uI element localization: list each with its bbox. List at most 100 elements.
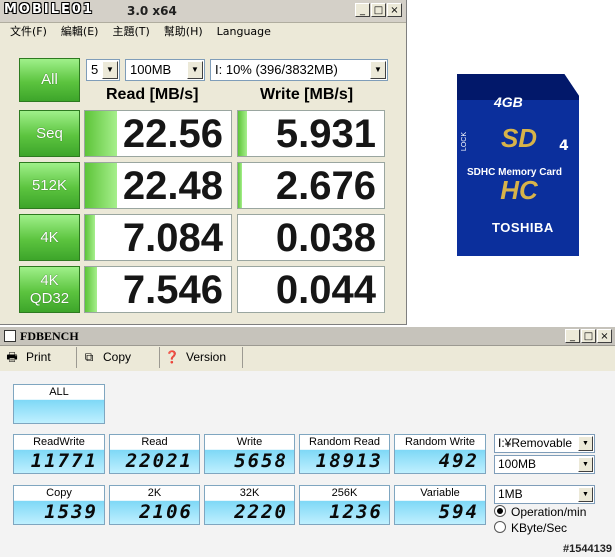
maximize-button[interactable]: □ (371, 3, 386, 17)
sd-card-image: 4GB LOCK SD HC 4 SDHC Memory Card TOSHIB… (457, 74, 579, 256)
menu-edit[interactable]: 編輯(E) (61, 22, 99, 41)
version-label: Version (186, 350, 227, 364)
speed-class-badge: 4 (559, 138, 569, 154)
watermark: #1544139 (563, 543, 612, 555)
drive-select[interactable]: I:¥Removable ▼ (494, 434, 595, 453)
minimize-button[interactable]: _ (565, 329, 580, 343)
crystaldiskmark-window: MOBILE01 3.0 x64 _ □ × 文件(F) 編輯(E) 主題(T)… (0, 0, 407, 325)
result-label: Read (141, 436, 168, 448)
card-brand: TOSHIBA (492, 220, 554, 235)
read-header: Read [MB/s] (106, 86, 199, 103)
256k-result[interactable]: 256K 1236 (299, 485, 390, 525)
copy-button[interactable]: ⧉ Copy (77, 347, 160, 368)
512k-button[interactable]: 512K (19, 162, 80, 209)
fdbench-title-bar[interactable]: FDBENCH _ □ × (0, 327, 615, 346)
sdhc-logo: SD HC (500, 123, 538, 205)
result-value: 11771 (30, 450, 98, 472)
32k-result[interactable]: 32K 2220 (204, 485, 295, 525)
menu-help[interactable]: 幫助(H) (164, 22, 203, 41)
4k-qd32-button[interactable]: 4K QD32 (19, 266, 80, 313)
random-read-result[interactable]: Random Read 18913 (299, 434, 390, 474)
card-capacity: 4GB (494, 94, 523, 110)
drive-value: I: 10% (396/3832MB) (215, 62, 338, 77)
radio-operation-label: Operation/min (511, 505, 587, 519)
write-header: Write [MB/s] (260, 86, 354, 103)
result-label: 32K (239, 487, 260, 499)
4k-qd32-label-line2: QD32 (29, 290, 70, 307)
result-value: 1236 (329, 501, 383, 523)
card-lock-label: LOCK (461, 132, 468, 152)
card-subtitle: SDHC Memory Card (467, 167, 563, 178)
read-fill-bar (85, 267, 97, 312)
seq-read-value: 22.56 (122, 112, 223, 156)
print-button[interactable]: 🖶 Print (0, 347, 77, 368)
4k-qd32-write-value: 0.044 (275, 268, 376, 312)
fdbench-window: FDBENCH _ □ × 🖶 Print ⧉ Copy ❓ Version ALL … (0, 327, 615, 557)
drive-value: I:¥Removable (498, 436, 573, 450)
print-label: Print (26, 350, 51, 364)
4k-read-cell: 7.084 (84, 214, 232, 261)
result-value: 22021 (125, 450, 193, 472)
version-button[interactable]: ❓ Version (160, 347, 243, 368)
variable-result[interactable]: Variable 594 (394, 485, 486, 525)
result-value: 2220 (234, 501, 288, 523)
app-icon (4, 330, 16, 342)
runs-select[interactable]: 5 ▼ (86, 59, 120, 81)
result-label: 2K (147, 487, 162, 499)
copy-label: Copy (103, 350, 132, 364)
result-value: 2106 (139, 501, 193, 523)
4k-read-value: 7.084 (122, 216, 223, 260)
maximize-button[interactable]: □ (581, 329, 596, 343)
fdbench-title: FDBENCH (20, 329, 79, 343)
minimize-button[interactable]: _ (355, 3, 370, 17)
chevron-down-icon[interactable]: ▼ (578, 457, 593, 472)
chevron-down-icon[interactable]: ▼ (578, 436, 593, 451)
size-value: 100MB (130, 62, 172, 77)
menu-file[interactable]: 文件(F) (10, 22, 47, 41)
4k-qd32-read-value: 7.546 (122, 268, 223, 312)
radio-kbyte-label: KByte/Sec (511, 521, 568, 535)
block-size-select[interactable]: 1MB ▼ (494, 485, 595, 504)
seq-button[interactable]: Seq (19, 110, 80, 157)
512k-write-cell: 2.676 (237, 162, 385, 209)
radio-operation-min[interactable]: Operation/min (494, 505, 586, 520)
test-size-value: 100MB (498, 457, 537, 471)
read-fill-bar (85, 111, 118, 156)
512k-read-value: 22.48 (122, 164, 223, 208)
seq-write-value: 5.931 (275, 112, 376, 156)
all-button[interactable]: All (19, 58, 80, 102)
all-button[interactable]: ALL (13, 384, 105, 424)
write-fill-bar (238, 163, 243, 208)
read-result[interactable]: Read 22021 (109, 434, 200, 474)
chevron-down-icon[interactable]: ▼ (102, 61, 118, 79)
result-label: 256K (331, 487, 358, 499)
chevron-down-icon[interactable]: ▼ (370, 61, 386, 79)
drive-select[interactable]: I: 10% (396/3832MB) ▼ (210, 59, 388, 81)
seq-read-cell: 22.56 (84, 110, 232, 157)
test-size-select[interactable]: 100MB ▼ (494, 455, 595, 474)
size-select[interactable]: 100MB ▼ (125, 59, 205, 81)
radio-selected-icon (494, 505, 506, 517)
cdm-title-bar[interactable]: MOBILE01 3.0 x64 _ □ × (0, 0, 406, 23)
fdbench-body: ALL ReadWrite 11771 Read 22021 Write 565… (0, 371, 615, 557)
chevron-down-icon[interactable]: ▼ (187, 61, 203, 79)
result-value: 492 (438, 450, 479, 472)
random-write-result[interactable]: Random Write 492 (394, 434, 486, 474)
result-value: 5658 (234, 450, 288, 472)
radio-unselected-icon (494, 521, 506, 533)
write-result[interactable]: Write 5658 (204, 434, 295, 474)
chevron-down-icon[interactable]: ▼ (578, 487, 593, 502)
close-button[interactable]: × (597, 329, 612, 343)
4k-button[interactable]: 4K (19, 214, 80, 261)
help-icon: ❓ (164, 350, 180, 364)
close-button[interactable]: × (387, 3, 402, 17)
2k-result[interactable]: 2K 2106 (109, 485, 200, 525)
result-value: 1539 (44, 501, 98, 523)
512k-read-cell: 22.48 (84, 162, 232, 209)
radio-kbyte-sec[interactable]: KByte/Sec (494, 521, 567, 536)
copy-result[interactable]: Copy 1539 (13, 485, 105, 525)
menu-theme[interactable]: 主題(T) (112, 22, 149, 41)
menu-language[interactable]: Language (217, 22, 271, 41)
readwrite-result[interactable]: ReadWrite 11771 (13, 434, 105, 474)
runs-value: 5 (91, 62, 99, 77)
